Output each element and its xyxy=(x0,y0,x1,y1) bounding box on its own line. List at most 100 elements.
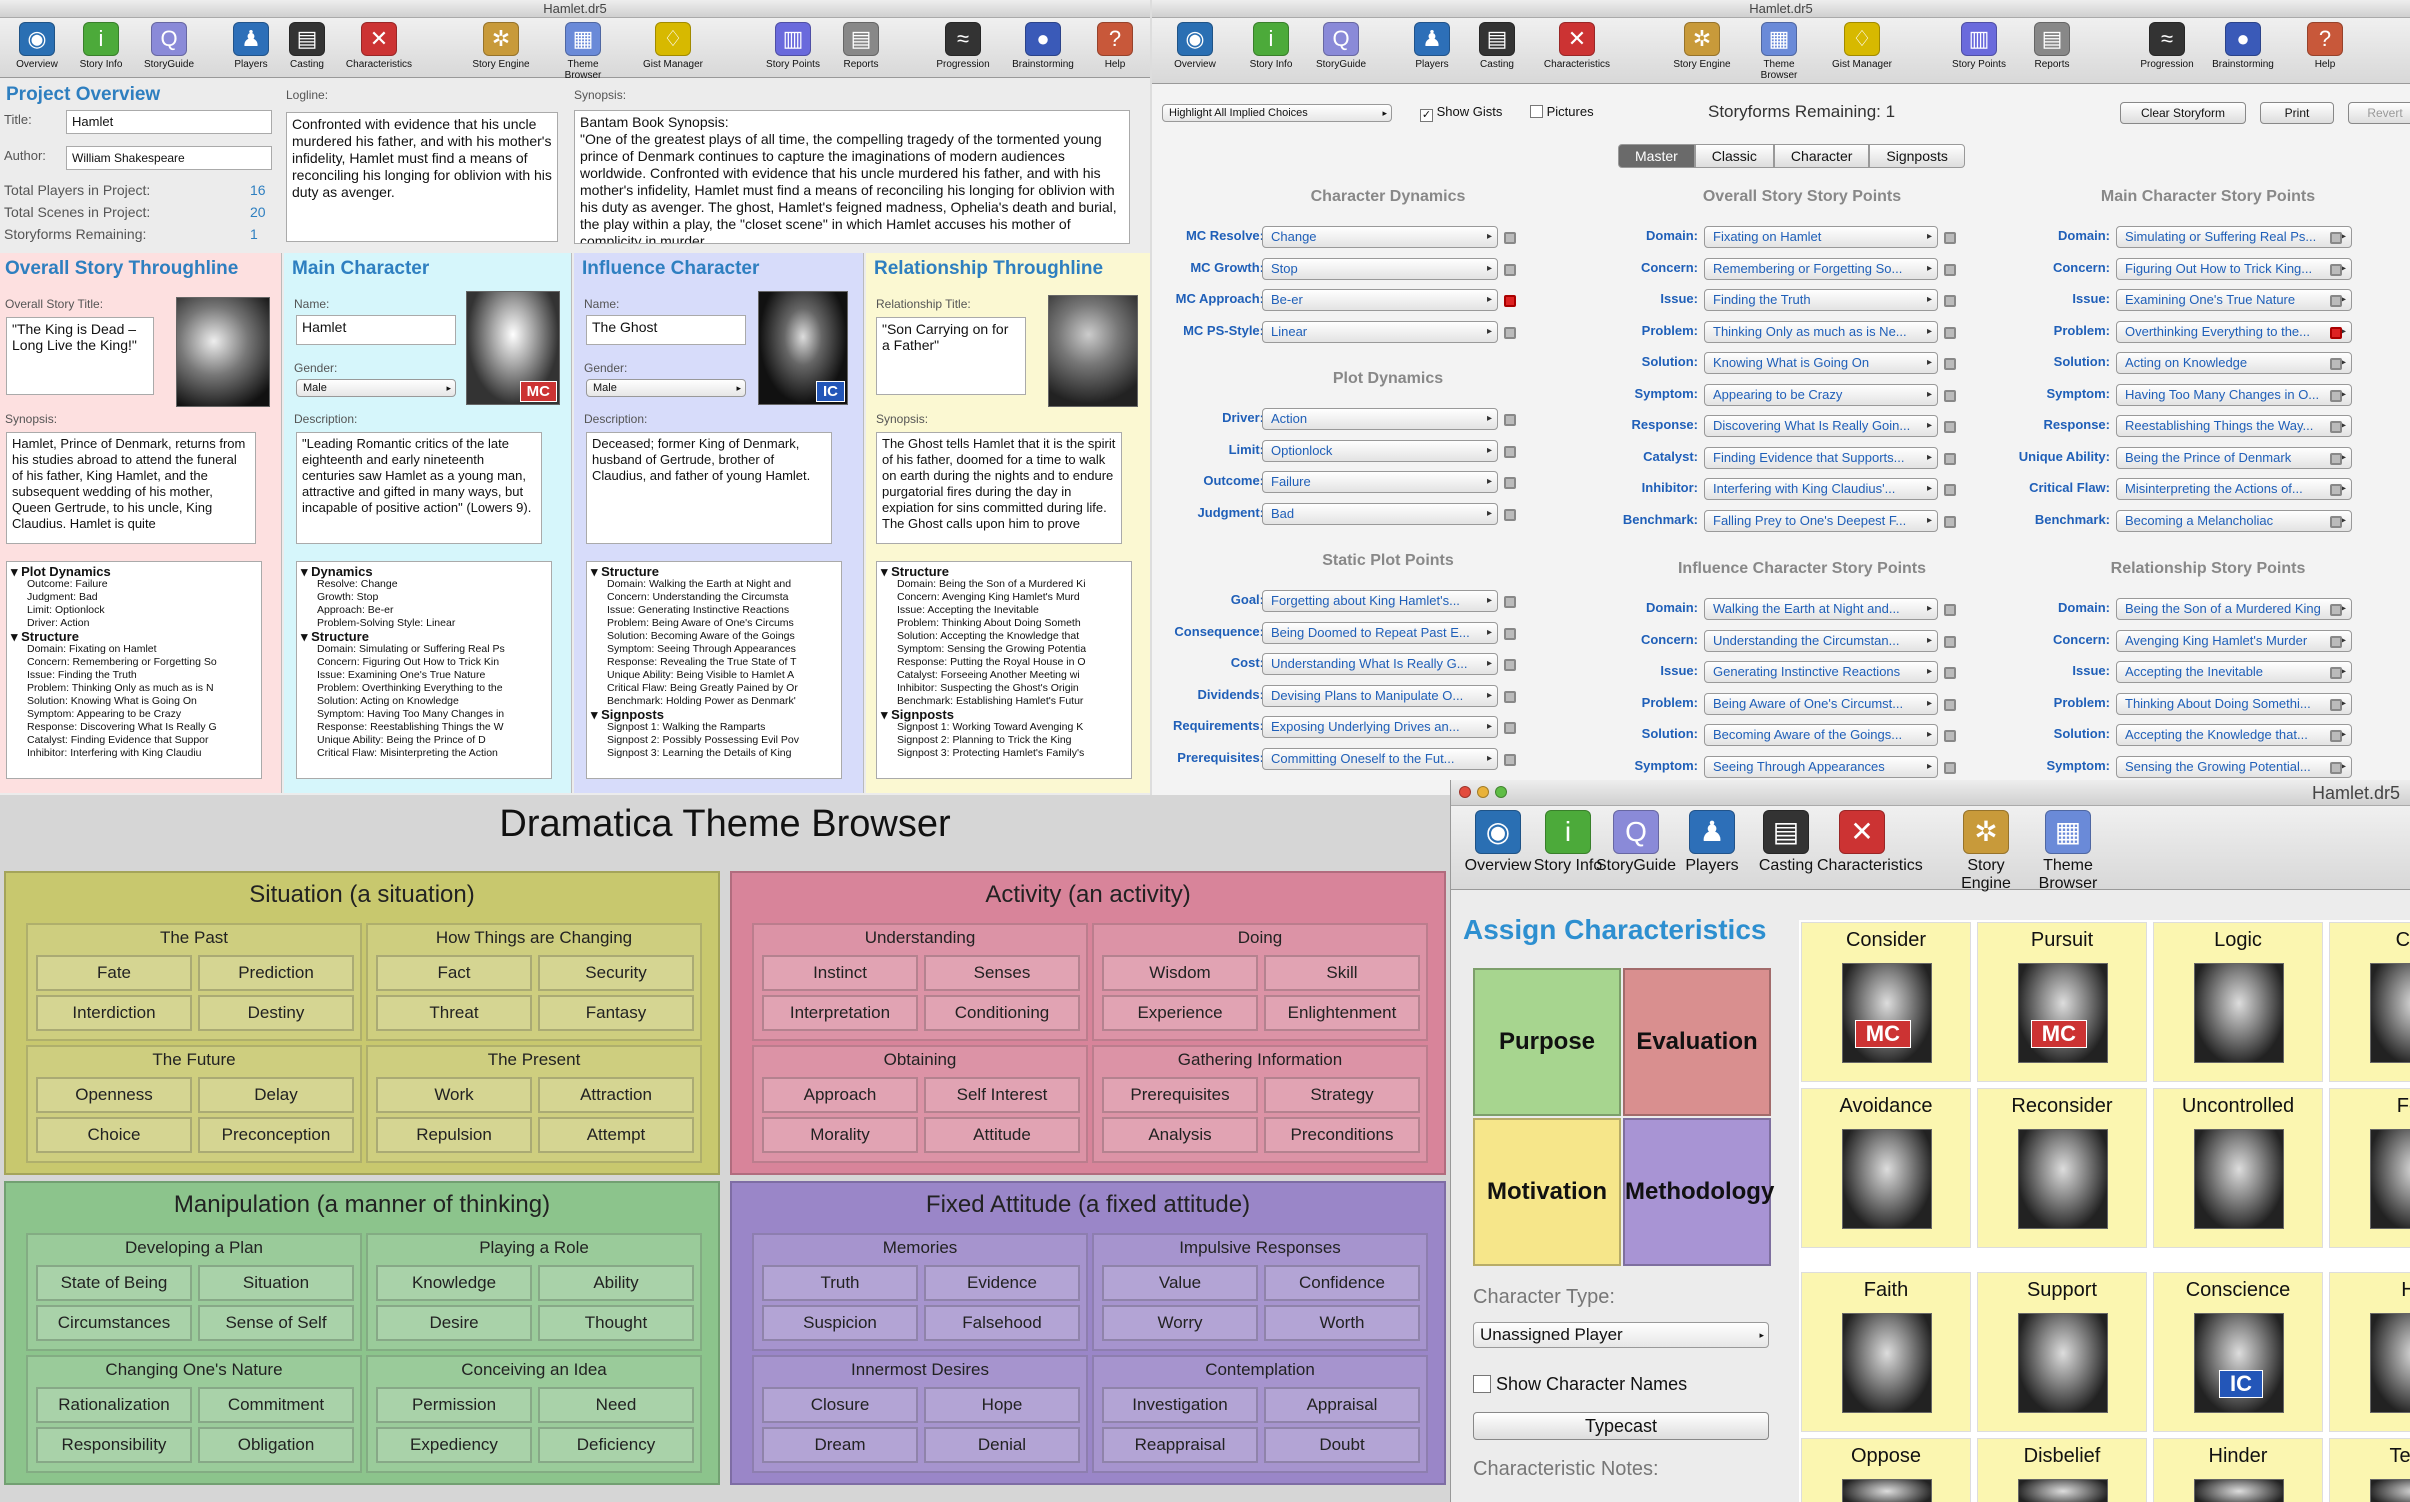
outline-item[interactable]: Concern: Avenging King Hamlet's Murd xyxy=(881,591,1127,604)
toolbar-overview-button[interactable]: ◉ Overview xyxy=(1160,22,1230,70)
story-point-select[interactable]: Figuring Out How to Trick King... xyxy=(2116,257,2352,280)
ic-name-field[interactable]: The Ghost xyxy=(586,315,746,345)
lock-icon[interactable] xyxy=(2330,604,2342,616)
rs-title-field[interactable]: "Son Carrying on for a Father" xyxy=(876,317,1026,395)
lock-icon[interactable] xyxy=(2330,667,2342,679)
story-point-select[interactable]: Accepting the Inevitable xyxy=(2116,661,2352,683)
characteristic-card-con[interactable]: Con xyxy=(2329,922,2410,1082)
story-point-select[interactable]: Appearing to be Crazy xyxy=(1704,383,1938,406)
theme-cell-choice[interactable]: Choice xyxy=(36,1117,192,1153)
story-point-select[interactable]: Knowing What is Going On xyxy=(1704,352,1938,374)
outline-item[interactable]: Symptom: Seeing Through Appearances xyxy=(591,643,837,656)
outline-group-header[interactable]: ▾ Structure xyxy=(301,630,547,643)
ic-outline[interactable]: ▾ Structure Domain: Walking the Earth at … xyxy=(586,561,842,779)
theme-cell-delay[interactable]: Delay xyxy=(198,1077,354,1113)
outline-item[interactable]: Signpost 3: Protecting Hamlet's Family's xyxy=(881,747,1127,760)
theme-cell-interdiction[interactable]: Interdiction xyxy=(36,995,192,1031)
window-titlebar[interactable]: Hamlet.dr5 xyxy=(1152,0,2410,18)
outline-item[interactable]: Judgment: Bad xyxy=(11,591,257,604)
lock-icon[interactable] xyxy=(2330,698,2342,711)
toolbar-theme-browser-button[interactable]: ▦ Theme Browser xyxy=(2023,810,2113,893)
story-point-select[interactable]: Sensing the Growing Potential... xyxy=(2116,755,2352,778)
outline-item[interactable]: Response: Reestablishing Things the W xyxy=(301,721,547,734)
rs-synopsis-field[interactable]: The Ghost tells Hamlet that it is the sp… xyxy=(876,432,1122,544)
theme-group-developing-a-plan[interactable]: Developing a Plan State of Being Situation… xyxy=(26,1233,362,1351)
toolbar-players-button[interactable]: ♟ Players xyxy=(1397,22,1467,70)
theme-group-understanding[interactable]: Understanding Instinct Senses Interpretatio… xyxy=(752,923,1088,1041)
theme-cell-circumstances[interactable]: Circumstances xyxy=(36,1305,192,1341)
synopsis-field[interactable]: Bantam Book Synopsis: "One of the greate… xyxy=(574,110,1130,244)
characteristic-card-support[interactable]: Support xyxy=(1977,1272,2147,1432)
highlight-select[interactable]: Highlight All Implied Choices xyxy=(1162,104,1392,122)
characteristic-card-he[interactable]: He xyxy=(2329,1272,2410,1432)
os-title-field[interactable]: "The King is Dead – Long Live the King!" xyxy=(6,317,154,395)
theme-cell-commitment[interactable]: Commitment xyxy=(198,1387,354,1423)
theme-cell-wisdom[interactable]: Wisdom xyxy=(1102,955,1258,991)
story-point-select[interactable]: Falling Prey to One's Deepest F... xyxy=(1704,509,1938,532)
theme-cell-investigation[interactable]: Investigation xyxy=(1102,1387,1258,1423)
lock-icon[interactable] xyxy=(2330,326,2342,339)
print-button[interactable]: Print xyxy=(2260,102,2334,124)
toolbar-casting-button[interactable]: ▤ Casting xyxy=(272,22,342,70)
toolbar-brainstorming-button[interactable]: ● Brainstorming xyxy=(1008,22,1078,70)
revert-button[interactable]: Revert xyxy=(2348,102,2410,124)
clear-storyform-button[interactable]: Clear Storyform xyxy=(2120,102,2246,124)
story-point-select[interactable]: Examining One's True Nature xyxy=(2116,289,2352,311)
theme-group-changing-one-s-nature[interactable]: Changing One's Nature Rationalization Comm… xyxy=(26,1355,362,1473)
theme-cell-attraction[interactable]: Attraction xyxy=(538,1077,694,1113)
outline-item[interactable]: Issue: Generating Instinctive Reactions xyxy=(591,604,837,617)
story-point-select[interactable]: Be-er xyxy=(1262,289,1498,311)
characteristic-card-reconsider[interactable]: Reconsider xyxy=(1977,1088,2147,1248)
lock-icon[interactable] xyxy=(2330,421,2342,433)
characteristic-card-uncontrolled[interactable]: Uncontrolled xyxy=(2153,1088,2323,1248)
logline-field[interactable]: Confronted with evidence that his uncle … xyxy=(286,112,558,242)
theme-quad-situation[interactable]: Situation (a situation) The Past Fate Predi… xyxy=(4,871,720,1175)
outline-item[interactable]: Signpost 2: Possibly Possessing Evil Pov xyxy=(591,734,837,747)
rs-outline[interactable]: ▾ Structure Domain: Being the Son of a Mu… xyxy=(876,561,1132,779)
story-point-select[interactable]: Being Aware of One's Circumst... xyxy=(1704,692,1938,715)
theme-group-gathering-information[interactable]: Gathering Information Prerequisites Strate… xyxy=(1092,1045,1428,1163)
theme-cell-interpretation[interactable]: Interpretation xyxy=(762,995,918,1031)
theme-cell-conditioning[interactable]: Conditioning xyxy=(924,995,1080,1031)
toolbar-characteristics-button[interactable]: ✕ Characteristics xyxy=(1817,810,1923,875)
theme-cell-experience[interactable]: Experience xyxy=(1102,995,1258,1031)
tab-character[interactable]: Character xyxy=(1773,144,1870,168)
toolbar-storyguide-button[interactable]: Q StoryGuide xyxy=(1306,22,1376,70)
toolbar-story-info-button[interactable]: i Story Info xyxy=(1236,22,1306,70)
lock-icon[interactable] xyxy=(2330,515,2342,528)
outline-item[interactable]: Catalyst: Forseeing Another Meeting wi xyxy=(881,669,1127,682)
outline-item[interactable]: Domain: Walking the Earth at Night and xyxy=(591,578,837,591)
story-point-select[interactable]: Finding the Truth xyxy=(1704,289,1938,311)
outline-item[interactable]: Approach: Be-er xyxy=(301,604,547,617)
title-field[interactable]: Hamlet xyxy=(66,110,272,134)
theme-cell-attitude[interactable]: Attitude xyxy=(924,1117,1080,1153)
story-point-select[interactable]: Overthinking Everything to the... xyxy=(2116,320,2352,343)
outline-item[interactable]: Unique Ability: Being the Prince of D xyxy=(301,734,547,747)
typecast-button[interactable]: Typecast xyxy=(1473,1412,1769,1440)
toolbar-casting-button[interactable]: ▤ Casting xyxy=(1462,22,1532,70)
theme-cell-falsehood[interactable]: Falsehood xyxy=(924,1305,1080,1341)
theme-cell-prediction[interactable]: Prediction xyxy=(198,955,354,991)
theme-group-the-past[interactable]: The Past Fate Prediction Interdiction Destin… xyxy=(26,923,362,1041)
theme-cell-strategy[interactable]: Strategy xyxy=(1264,1077,1420,1113)
outline-item[interactable]: Signpost 1: Walking the Ramparts xyxy=(591,721,837,734)
author-field[interactable]: William Shakespeare xyxy=(66,146,272,170)
story-point-select[interactable]: Discovering What Is Really Goin... xyxy=(1704,415,1938,437)
characteristic-card-avoidance[interactable]: Avoidance xyxy=(1801,1088,1971,1248)
lock-icon[interactable] xyxy=(2330,730,2342,742)
outline-item[interactable]: Signpost 2: Planning to Trick the King xyxy=(881,734,1127,747)
theme-cell-rationalization[interactable]: Rationalization xyxy=(36,1387,192,1423)
lock-icon[interactable] xyxy=(2330,484,2342,496)
lock-icon[interactable] xyxy=(1504,263,1516,276)
story-point-select[interactable]: Having Too Many Changes in O... xyxy=(2116,383,2352,406)
lock-icon[interactable] xyxy=(1504,722,1516,734)
story-point-select[interactable]: Understanding What Is Really G... xyxy=(1262,653,1498,675)
theme-cell-desire[interactable]: Desire xyxy=(376,1305,532,1341)
toolbar-gist-manager-button[interactable]: ♢ Gist Manager xyxy=(1827,22,1897,70)
story-point-select[interactable]: Being the Prince of Denmark xyxy=(2116,446,2352,469)
theme-cell-value[interactable]: Value xyxy=(1102,1265,1258,1301)
ic-gender-select[interactable]: Male xyxy=(586,379,746,397)
toolbar-story-engine-button[interactable]: ✲ Story Engine xyxy=(1667,22,1737,70)
theme-cell-suspicion[interactable]: Suspicion xyxy=(762,1305,918,1341)
theme-cell-preconception[interactable]: Preconception xyxy=(198,1117,354,1153)
